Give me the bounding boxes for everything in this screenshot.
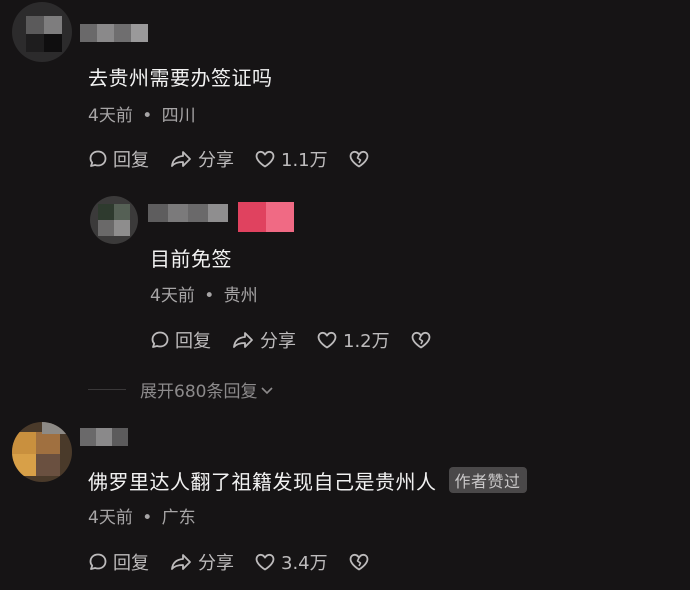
avatar-pixel <box>114 204 130 220</box>
avatar-pixel <box>44 34 62 52</box>
comment-meta: 4天前 • 广东 <box>88 503 196 528</box>
like-count: 3.4万 <box>281 553 328 574</box>
reply-label: 回复 <box>113 150 149 171</box>
avatar-pixel <box>12 454 36 476</box>
reply-label: 回复 <box>113 553 149 574</box>
share-button[interactable]: 分享 <box>169 146 234 172</box>
share-button[interactable]: 分享 <box>169 549 234 575</box>
avatar-pixel <box>44 16 62 34</box>
dislike-button[interactable] <box>348 552 375 572</box>
comment-text: 佛罗里达人翻了祖籍发现自己是贵州人 <box>88 470 437 494</box>
share-label: 分享 <box>198 553 234 574</box>
divider <box>88 389 126 390</box>
avatar[interactable] <box>12 2 72 62</box>
heart-icon <box>255 553 275 571</box>
comment-text: 目前免签 <box>150 247 232 271</box>
comment-location: 贵州 <box>223 286 258 306</box>
comment-time: 4天前 <box>88 508 133 528</box>
chevron-down-icon <box>261 386 274 394</box>
broken-heart-icon <box>349 553 369 571</box>
chat-bubble-icon <box>151 331 169 348</box>
reply-button[interactable]: 回复 <box>88 146 149 172</box>
comment-time: 4天前 <box>150 286 195 306</box>
share-arrow-icon <box>171 554 191 570</box>
expand-replies-label: 展开680条回复 <box>140 382 258 402</box>
heart-icon <box>255 150 275 168</box>
broken-heart-icon <box>411 331 431 349</box>
comment-meta: 4天前 • 四川 <box>88 101 196 126</box>
dislike-button[interactable] <box>348 149 375 169</box>
comment-actions: 回复 分享 1.1万 <box>88 146 395 172</box>
share-label: 分享 <box>198 150 234 171</box>
comment-location: 四川 <box>161 106 196 126</box>
comment-time: 4天前 <box>88 106 133 126</box>
comment-text-row: 佛罗里达人翻了祖籍发现自己是贵州人 作者赞过 <box>88 466 527 495</box>
share-arrow-icon <box>171 151 191 167</box>
avatar-pixel <box>26 34 44 52</box>
chat-bubble-icon <box>89 553 107 570</box>
user-tag <box>238 202 294 232</box>
reply-button[interactable]: 回复 <box>150 327 211 353</box>
like-count: 1.2万 <box>343 331 390 352</box>
avatar-pixel <box>114 220 130 236</box>
like-button[interactable]: 1.2万 <box>316 327 390 353</box>
share-button[interactable]: 分享 <box>231 327 296 353</box>
comment-meta: 4天前 • 贵州 <box>150 281 258 306</box>
comment-actions: 回复 分享 3.4万 <box>88 549 395 575</box>
author-liked-badge: 作者赞过 <box>448 467 527 493</box>
avatar-pixel <box>42 422 72 434</box>
like-button[interactable]: 3.4万 <box>254 549 328 575</box>
separator: • <box>204 286 215 306</box>
comment-location: 广东 <box>161 508 196 528</box>
comment-actions: 回复 分享 1.2万 <box>150 327 457 353</box>
reply-label: 回复 <box>175 331 211 352</box>
like-button[interactable]: 1.1万 <box>254 146 328 172</box>
comment-text: 去贵州需要办签证吗 <box>88 66 273 90</box>
share-arrow-icon <box>233 332 253 348</box>
avatar-pixel <box>36 454 60 476</box>
heart-icon <box>317 331 337 349</box>
separator: • <box>142 106 153 126</box>
avatar[interactable] <box>12 422 72 482</box>
broken-heart-icon <box>349 150 369 168</box>
avatar-pixel <box>12 432 36 454</box>
reply-button[interactable]: 回复 <box>88 549 149 575</box>
chat-bubble-icon <box>89 150 107 167</box>
separator: • <box>142 508 153 528</box>
like-count: 1.1万 <box>281 150 328 171</box>
dislike-button[interactable] <box>410 330 437 350</box>
avatar[interactable] <box>90 196 138 244</box>
avatar-pixel <box>98 220 114 236</box>
username[interactable] <box>80 24 148 42</box>
username[interactable] <box>148 204 228 222</box>
avatar-pixel <box>36 432 60 454</box>
username[interactable] <box>80 428 128 446</box>
expand-replies-button[interactable]: 展开680条回复 <box>88 377 275 402</box>
avatar-pixel <box>26 16 44 34</box>
avatar-pixel <box>98 204 114 220</box>
share-label: 分享 <box>260 331 296 352</box>
